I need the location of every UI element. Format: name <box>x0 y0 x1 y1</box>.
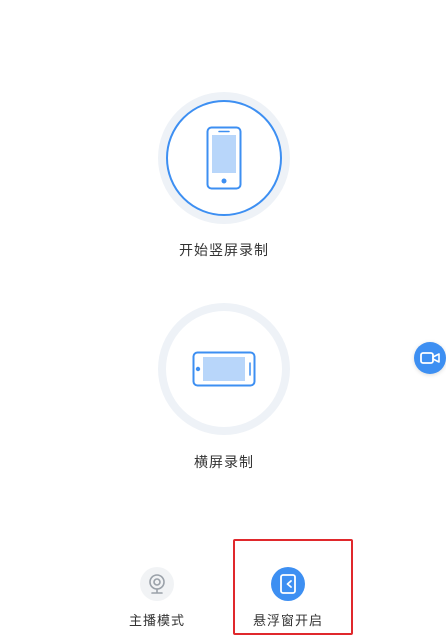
tab-anchor-mode-label: 主播模式 <box>128 614 185 629</box>
landscape-phone-icon <box>192 351 256 387</box>
highlight-box <box>233 539 353 635</box>
portrait-record-label: 开始竖屏录制 <box>179 243 269 259</box>
tab-anchor-mode-icon-wrap <box>140 567 174 601</box>
tab-anchor-mode[interactable]: 主播模式 <box>102 567 212 629</box>
floating-record-button[interactable] <box>414 342 446 374</box>
portrait-phone-icon <box>206 126 242 190</box>
portrait-record-inner-ring <box>166 100 282 216</box>
landscape-record-button[interactable] <box>158 303 290 435</box>
webcam-icon <box>149 574 165 594</box>
portrait-record-button[interactable] <box>158 92 290 224</box>
landscape-record-inner-ring <box>166 311 282 427</box>
landscape-record-label: 横屏录制 <box>194 455 254 471</box>
video-camera-icon <box>420 352 440 364</box>
